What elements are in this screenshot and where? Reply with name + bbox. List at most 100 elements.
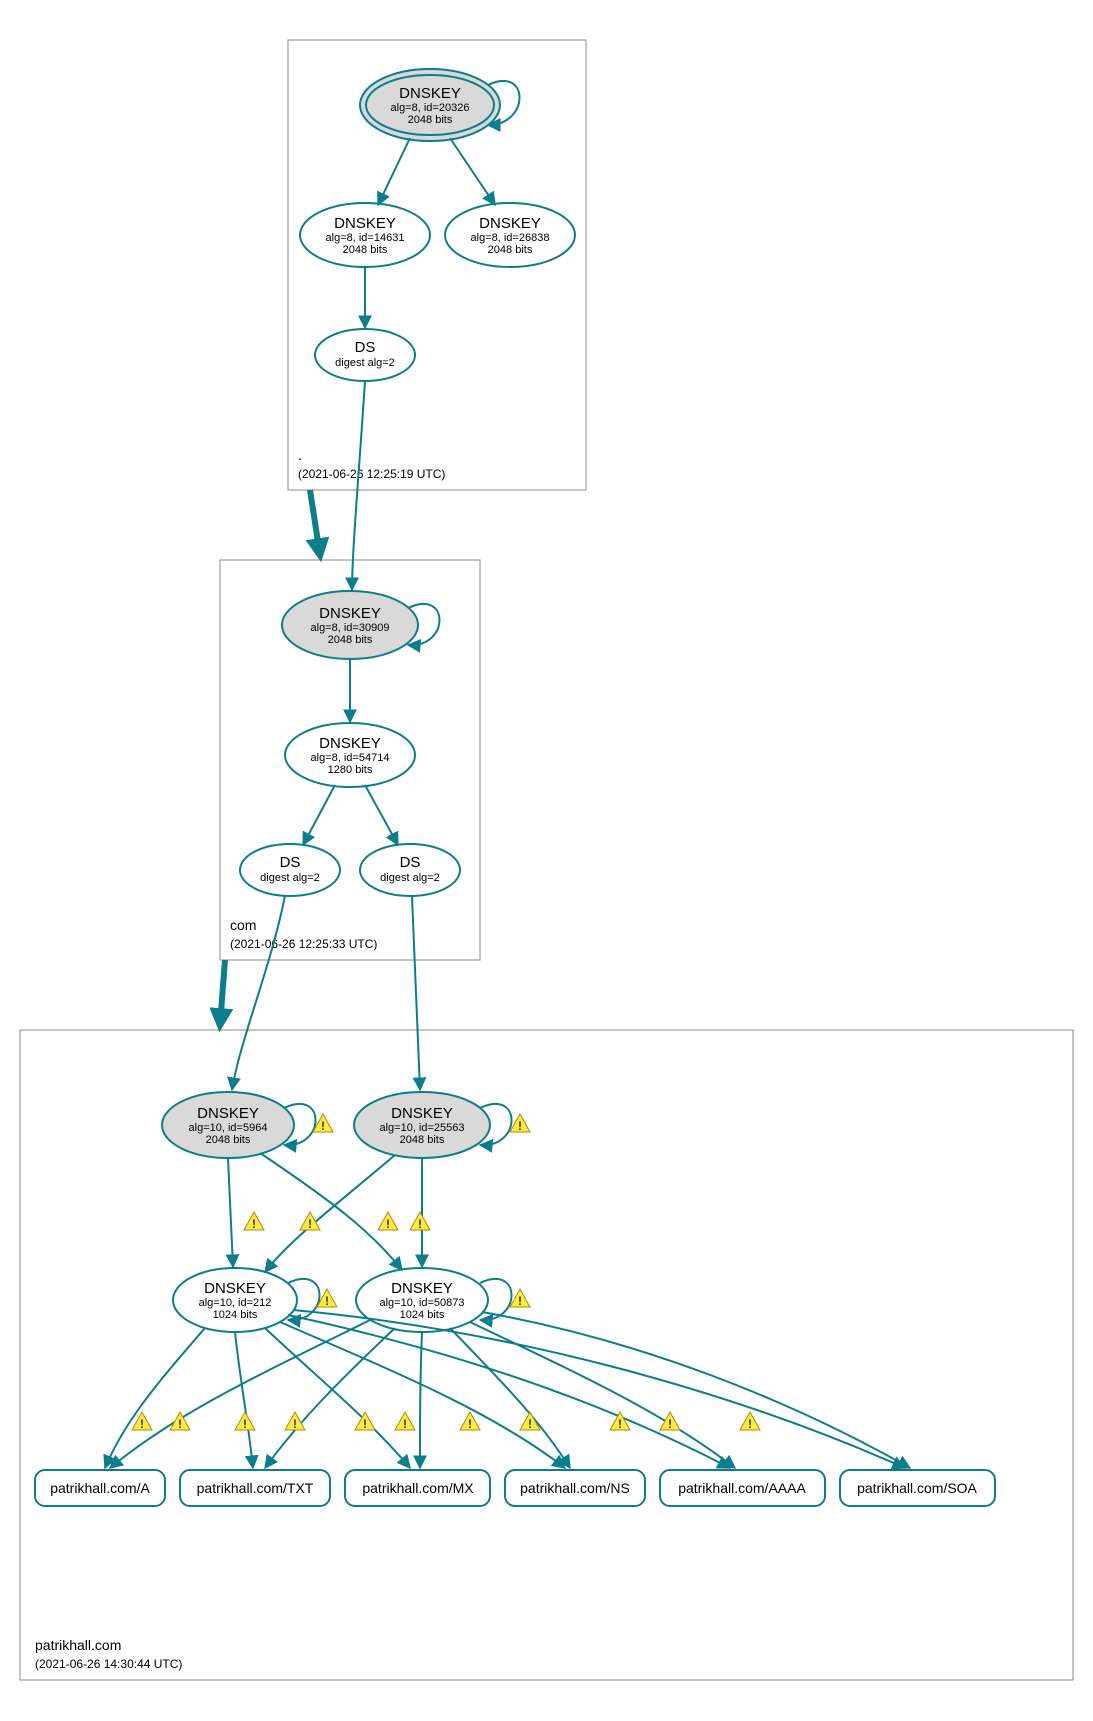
warn-icon: ! — [510, 1289, 530, 1308]
warn-icon: ! — [460, 1412, 480, 1431]
rrset-ns: patrikhall.com/NS — [505, 1470, 645, 1506]
svg-text:!: ! — [403, 1417, 407, 1431]
dnssec-diagram: . (2021-06-26 12:25:19 UTC) com (2021-06… — [10, 10, 1083, 1711]
svg-text:2048 bits: 2048 bits — [328, 634, 373, 646]
svg-text:patrikhall.com/TXT: patrikhall.com/TXT — [197, 1480, 314, 1496]
warn-icon: ! — [355, 1412, 375, 1431]
svg-text:DNSKEY: DNSKEY — [399, 85, 461, 102]
edge-zsk2-ns — [450, 1328, 570, 1468]
warn-icon: ! — [610, 1412, 630, 1431]
svg-text:alg=10, id=212: alg=10, id=212 — [199, 1297, 272, 1309]
svg-text:!: ! — [748, 1417, 752, 1431]
edge-zsk1-soa — [293, 1310, 905, 1468]
edge-zsk2-txt — [265, 1328, 395, 1468]
svg-text:DNSKEY: DNSKEY — [197, 1105, 259, 1122]
svg-text:1280 bits: 1280 bits — [328, 764, 373, 776]
edge-phksk2-zsk1 — [265, 1155, 395, 1272]
edge-zsk2-mx — [420, 1332, 422, 1468]
edge-rootds-comksk — [352, 381, 365, 590]
svg-text:!: ! — [140, 1417, 144, 1431]
svg-text:!: ! — [308, 1217, 312, 1231]
edge-phksk1-zsk1 — [228, 1158, 233, 1267]
warn-icon: ! — [235, 1412, 255, 1431]
svg-text:DNSKEY: DNSKEY — [391, 1280, 453, 1297]
node-root-ds: DS digest alg=2 — [315, 329, 415, 381]
edge-rootksk-zsk1 — [378, 138, 410, 205]
edge-rootksk-zsk2 — [450, 138, 495, 205]
warn-icon: ! — [395, 1412, 415, 1431]
warn-icon: ! — [660, 1412, 680, 1431]
svg-text:DNSKEY: DNSKEY — [334, 215, 396, 232]
node-com-ds2: DS digest alg=2 — [360, 844, 460, 896]
svg-text:!: ! — [321, 1119, 325, 1133]
edge-comzsk-ds2 — [365, 785, 398, 845]
node-com-zsk: DNSKEY alg=8, id=54714 1280 bits — [285, 723, 415, 787]
svg-text:2048 bits: 2048 bits — [400, 1134, 445, 1146]
svg-text:!: ! — [252, 1217, 256, 1231]
edge-zsk1-txt — [235, 1332, 253, 1468]
warn-icon: ! — [510, 1114, 530, 1133]
svg-text:!: ! — [243, 1417, 247, 1431]
svg-text:DS: DS — [400, 854, 421, 871]
svg-text:patrikhall.com/MX: patrikhall.com/MX — [362, 1480, 474, 1496]
svg-text:DNSKEY: DNSKEY — [319, 605, 381, 622]
zone-label-patrikhall: patrikhall.com — [35, 1637, 121, 1653]
delegation-com-patrikhall — [220, 960, 225, 1025]
svg-text:!: ! — [363, 1417, 367, 1431]
node-com-ksk: DNSKEY alg=8, id=30909 2048 bits — [282, 591, 440, 659]
rrset-mx: patrikhall.com/MX — [345, 1470, 490, 1506]
svg-text:1024 bits: 1024 bits — [213, 1309, 258, 1321]
node-ph-zsk1: DNSKEY alg=10, id=212 1024 bits — [173, 1268, 320, 1332]
zone-ts-patrikhall: (2021-06-26 14:30:44 UTC) — [35, 1657, 182, 1671]
svg-text:!: ! — [668, 1417, 672, 1431]
svg-text:alg=10, id=25563: alg=10, id=25563 — [379, 1122, 464, 1134]
svg-text:digest alg=2: digest alg=2 — [335, 357, 395, 369]
node-com-ds1: DS digest alg=2 — [240, 844, 340, 896]
svg-text:alg=8, id=30909: alg=8, id=30909 — [311, 622, 390, 634]
svg-text:!: ! — [618, 1417, 622, 1431]
node-root-zsk2: DNSKEY alg=8, id=26838 2048 bits — [445, 203, 575, 267]
svg-text:!: ! — [325, 1294, 329, 1308]
warn-icon: ! — [740, 1412, 760, 1431]
svg-text:DNSKEY: DNSKEY — [319, 735, 381, 752]
svg-text:alg=10, id=50873: alg=10, id=50873 — [379, 1297, 464, 1309]
svg-text:alg=8, id=54714: alg=8, id=54714 — [311, 752, 390, 764]
zone-ts-root: (2021-06-26 12:25:19 UTC) — [298, 467, 445, 481]
node-ph-zsk2: DNSKEY alg=10, id=50873 1024 bits — [356, 1268, 512, 1332]
warn-icon: ! — [244, 1212, 264, 1231]
warn-icon: ! — [410, 1212, 430, 1231]
svg-text:!: ! — [468, 1417, 472, 1431]
zone-ts-com: (2021-06-26 12:25:33 UTC) — [230, 937, 377, 951]
rrset-soa: patrikhall.com/SOA — [840, 1470, 995, 1506]
svg-text:2048 bits: 2048 bits — [408, 114, 453, 126]
svg-text:DNSKEY: DNSKEY — [479, 215, 541, 232]
node-ph-ksk2: DNSKEY alg=10, id=25563 2048 bits — [354, 1092, 512, 1158]
svg-text:2048 bits: 2048 bits — [343, 244, 388, 256]
edge-zsk1-a — [105, 1328, 205, 1468]
svg-text:DS: DS — [280, 854, 301, 871]
warn-icon: ! — [378, 1212, 398, 1231]
svg-text:2048 bits: 2048 bits — [488, 244, 533, 256]
svg-text:patrikhall.com/NS: patrikhall.com/NS — [520, 1480, 630, 1496]
zone-label-com: com — [230, 917, 256, 933]
svg-text:digest alg=2: digest alg=2 — [380, 872, 440, 884]
svg-text:patrikhall.com/AAAA: patrikhall.com/AAAA — [678, 1480, 806, 1496]
edge-comds2-phksk2 — [412, 896, 420, 1090]
svg-text:!: ! — [178, 1417, 182, 1431]
svg-text:DNSKEY: DNSKEY — [204, 1280, 266, 1297]
svg-text:!: ! — [518, 1119, 522, 1133]
svg-text:alg=8, id=14631: alg=8, id=14631 — [326, 232, 405, 244]
svg-text:alg=8, id=26838: alg=8, id=26838 — [471, 232, 550, 244]
svg-text:1024 bits: 1024 bits — [400, 1309, 445, 1321]
edge-zsk2-aaaa — [470, 1322, 735, 1468]
svg-text:patrikhall.com/SOA: patrikhall.com/SOA — [857, 1480, 977, 1496]
edge-comzsk-ds1 — [303, 785, 335, 845]
rrset-a: patrikhall.com/A — [35, 1470, 165, 1506]
edge-zsk1-mx — [265, 1328, 410, 1468]
delegation-root-com — [310, 490, 320, 555]
svg-text:alg=8, id=20326: alg=8, id=20326 — [391, 102, 470, 114]
rrset-txt: patrikhall.com/TXT — [180, 1470, 330, 1506]
node-root-ksk: DNSKEY alg=8, id=20326 2048 bits — [360, 69, 520, 141]
svg-text:DS: DS — [355, 339, 376, 356]
node-root-zsk1: DNSKEY alg=8, id=14631 2048 bits — [300, 203, 430, 267]
